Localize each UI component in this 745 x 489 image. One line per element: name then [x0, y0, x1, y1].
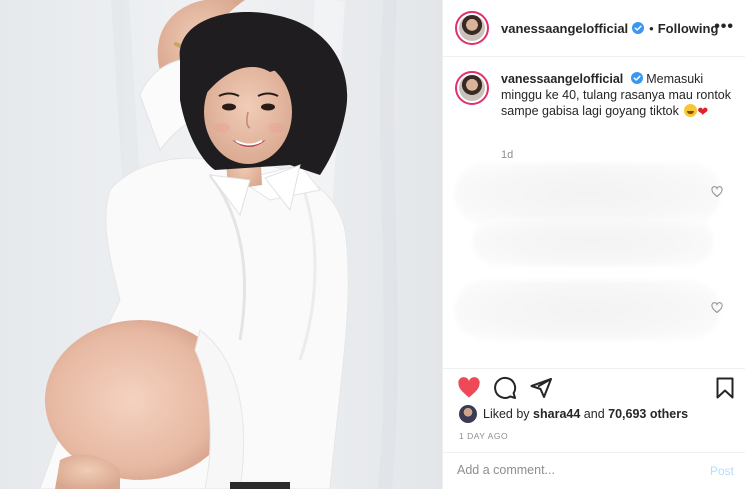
bookmark-icon[interactable] [713, 376, 737, 400]
likes-prefix: Liked by [483, 407, 530, 421]
author-username[interactable]: vanessaangelofficial [501, 21, 628, 36]
post-comment-button[interactable]: Post [710, 464, 734, 478]
caption-username[interactable]: vanessaangelofficial [501, 72, 623, 86]
heart-outline-icon[interactable] [711, 302, 723, 314]
liker-username[interactable]: shara44 [533, 407, 580, 421]
caption-timestamp[interactable]: 1d [501, 149, 513, 161]
likes-conjunction: and [583, 407, 605, 421]
post-timestamp[interactable]: 1 DAY AGO [459, 431, 508, 441]
more-options-icon[interactable]: ••• [714, 18, 734, 36]
grinning-face-emoji [684, 104, 698, 117]
red-heart-emoji: ❤ [697, 104, 709, 119]
add-comment-bar: Post [443, 452, 745, 489]
post-caption: vanessaangelofficial Memasuki minggu ke … [455, 71, 740, 120]
post-details-panel: vanessaangelofficial • Following ••• van… [442, 0, 745, 489]
liker-avatar[interactable] [459, 405, 477, 423]
pregnant-woman-photo [0, 0, 442, 489]
comment-icon[interactable] [493, 376, 517, 400]
caption-text-block: vanessaangelofficial Memasuki minggu ke … [501, 71, 731, 120]
caption-author-avatar[interactable] [455, 71, 489, 105]
comment-item [473, 218, 713, 266]
paper-plane-icon[interactable] [529, 376, 553, 400]
header-separator: • [649, 20, 654, 36]
likes-count[interactable]: 70,693 others [608, 407, 688, 421]
heart-filled-icon[interactable] [457, 376, 481, 400]
comment-input[interactable] [457, 463, 687, 477]
instagram-post: vanessaangelofficial • Following ••• van… [0, 0, 745, 489]
likes-summary: Liked by shara44 and 70,693 others [459, 405, 688, 423]
comment-item [455, 163, 720, 225]
post-header: vanessaangelofficial • Following ••• [443, 0, 745, 57]
comment-item [455, 280, 720, 340]
caption-verified-badge-icon [630, 72, 643, 84]
verified-badge-icon [632, 22, 645, 34]
post-actions-bar [443, 368, 745, 404]
following-button[interactable]: Following [658, 21, 719, 36]
author-avatar[interactable] [455, 11, 489, 45]
heart-outline-icon[interactable] [711, 186, 723, 198]
post-photo[interactable] [0, 0, 442, 489]
